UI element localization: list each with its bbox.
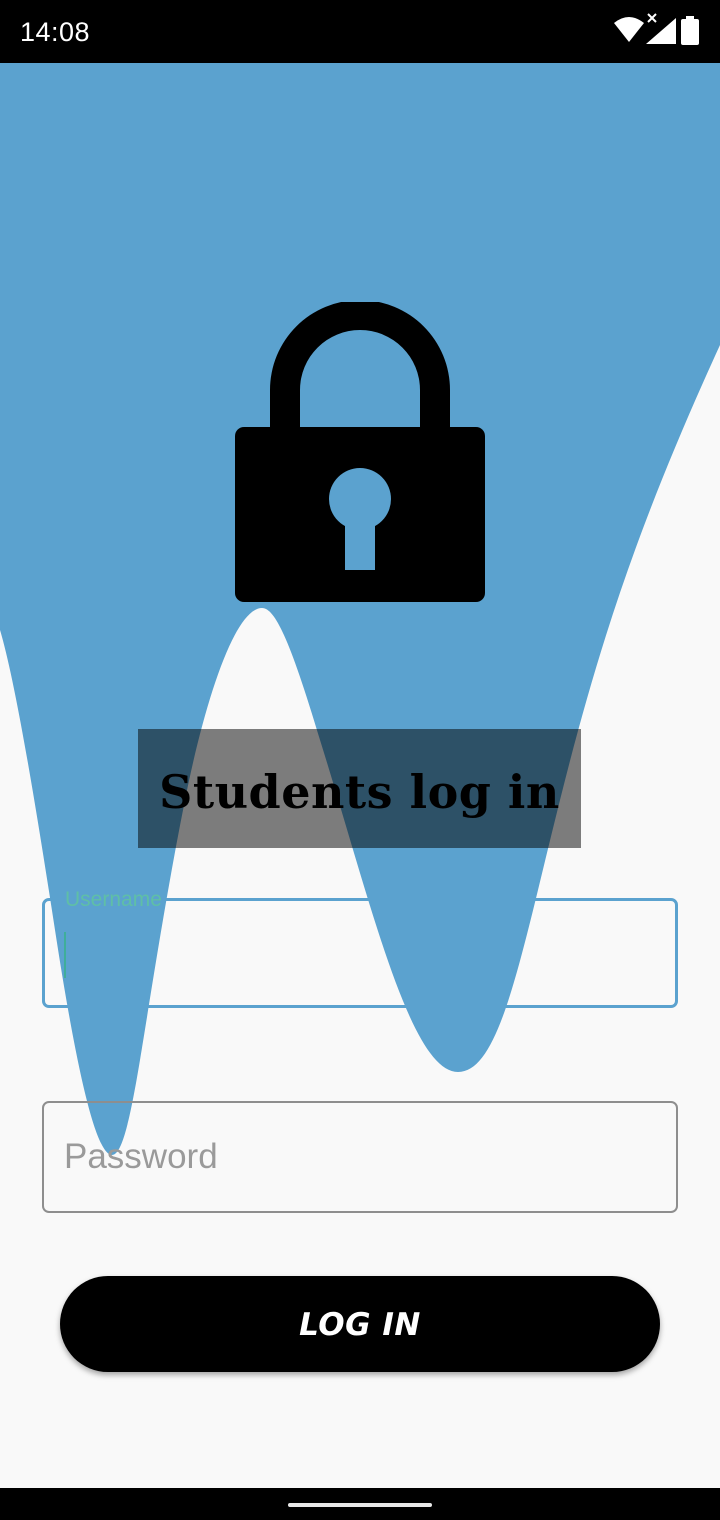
status-time: 14:08: [20, 17, 91, 47]
login-button[interactable]: LOG IN: [60, 1276, 660, 1372]
text-cursor: [64, 932, 66, 978]
home-gesture-handle[interactable]: [288, 1503, 432, 1507]
password-input[interactable]: [64, 1103, 654, 1211]
login-screen: 14:08 Students log in Username LOG IN: [0, 0, 720, 1520]
page-title: Students log in: [159, 765, 560, 819]
navigation-bar: [0, 1488, 720, 1520]
password-field[interactable]: [42, 1101, 678, 1213]
username-field[interactable]: [42, 898, 678, 1008]
padlock-icon: [235, 302, 485, 602]
wifi-icon: [614, 17, 644, 42]
status-bar: 14:08: [0, 0, 720, 63]
cellular-signal-icon: [646, 18, 676, 44]
title-banner: Students log in: [138, 729, 581, 848]
login-button-label: LOG IN: [299, 1307, 421, 1343]
username-label: Username: [65, 888, 162, 911]
battery-icon: [681, 16, 699, 45]
